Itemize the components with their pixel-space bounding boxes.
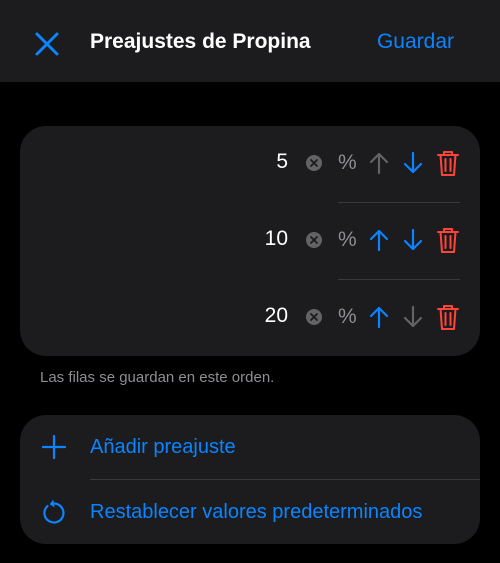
presets-card: 5 % 10 % 20 % <box>20 126 480 356</box>
clear-value-button[interactable] <box>306 232 322 248</box>
percent-unit: % <box>338 151 357 174</box>
percent-unit: % <box>338 305 357 328</box>
trash-icon <box>437 228 459 253</box>
add-preset-label: Añadir preajuste <box>90 436 236 458</box>
delete-button[interactable] <box>436 303 460 331</box>
arrow-up-icon <box>369 152 389 175</box>
navigation-bar: Preajustes de Propina Guardar <box>0 0 500 82</box>
clear-value-button[interactable] <box>306 155 322 171</box>
move-down-button[interactable] <box>402 228 424 252</box>
reset-defaults-label: Restablecer valores predeterminados <box>90 501 423 523</box>
plus-icon <box>41 434 67 460</box>
preset-row: 10 % <box>20 203 480 279</box>
move-up-button[interactable] <box>368 151 390 175</box>
clear-icon <box>306 232 322 248</box>
arrow-up-icon <box>369 229 389 252</box>
trash-icon <box>437 151 459 176</box>
order-footnote: Las filas se guardan en este orden. <box>40 369 275 386</box>
arrow-up-icon <box>369 306 389 329</box>
actions-card: Añadir preajuste Restablecer valores pre… <box>20 415 480 544</box>
preset-row: 20 % <box>20 280 480 356</box>
move-down-button[interactable] <box>402 151 424 175</box>
preset-value-field[interactable]: 10 <box>265 227 288 251</box>
arrow-down-icon <box>403 305 423 328</box>
add-preset-button[interactable]: Añadir preajuste <box>20 415 480 479</box>
arrow-down-icon <box>403 151 423 174</box>
move-down-button[interactable] <box>402 305 424 329</box>
reset-defaults-button[interactable]: Restablecer valores predeterminados <box>20 480 480 544</box>
clear-icon <box>306 309 322 325</box>
preset-value-field[interactable]: 5 <box>276 150 288 174</box>
clear-icon <box>306 155 322 171</box>
delete-button[interactable] <box>436 226 460 254</box>
delete-button[interactable] <box>436 149 460 177</box>
clear-value-button[interactable] <box>306 309 322 325</box>
save-button[interactable]: Guardar <box>377 30 454 54</box>
preset-value-field[interactable]: 20 <box>265 304 288 328</box>
close-button[interactable] <box>30 27 64 61</box>
close-icon <box>35 32 59 56</box>
move-up-button[interactable] <box>368 228 390 252</box>
move-up-button[interactable] <box>368 305 390 329</box>
preset-row: 5 % <box>20 126 480 202</box>
arrow-down-icon <box>403 228 423 251</box>
percent-unit: % <box>338 228 357 251</box>
page-title: Preajustes de Propina <box>90 30 311 53</box>
trash-icon <box>437 305 459 330</box>
reset-arrow-icon <box>43 499 65 524</box>
